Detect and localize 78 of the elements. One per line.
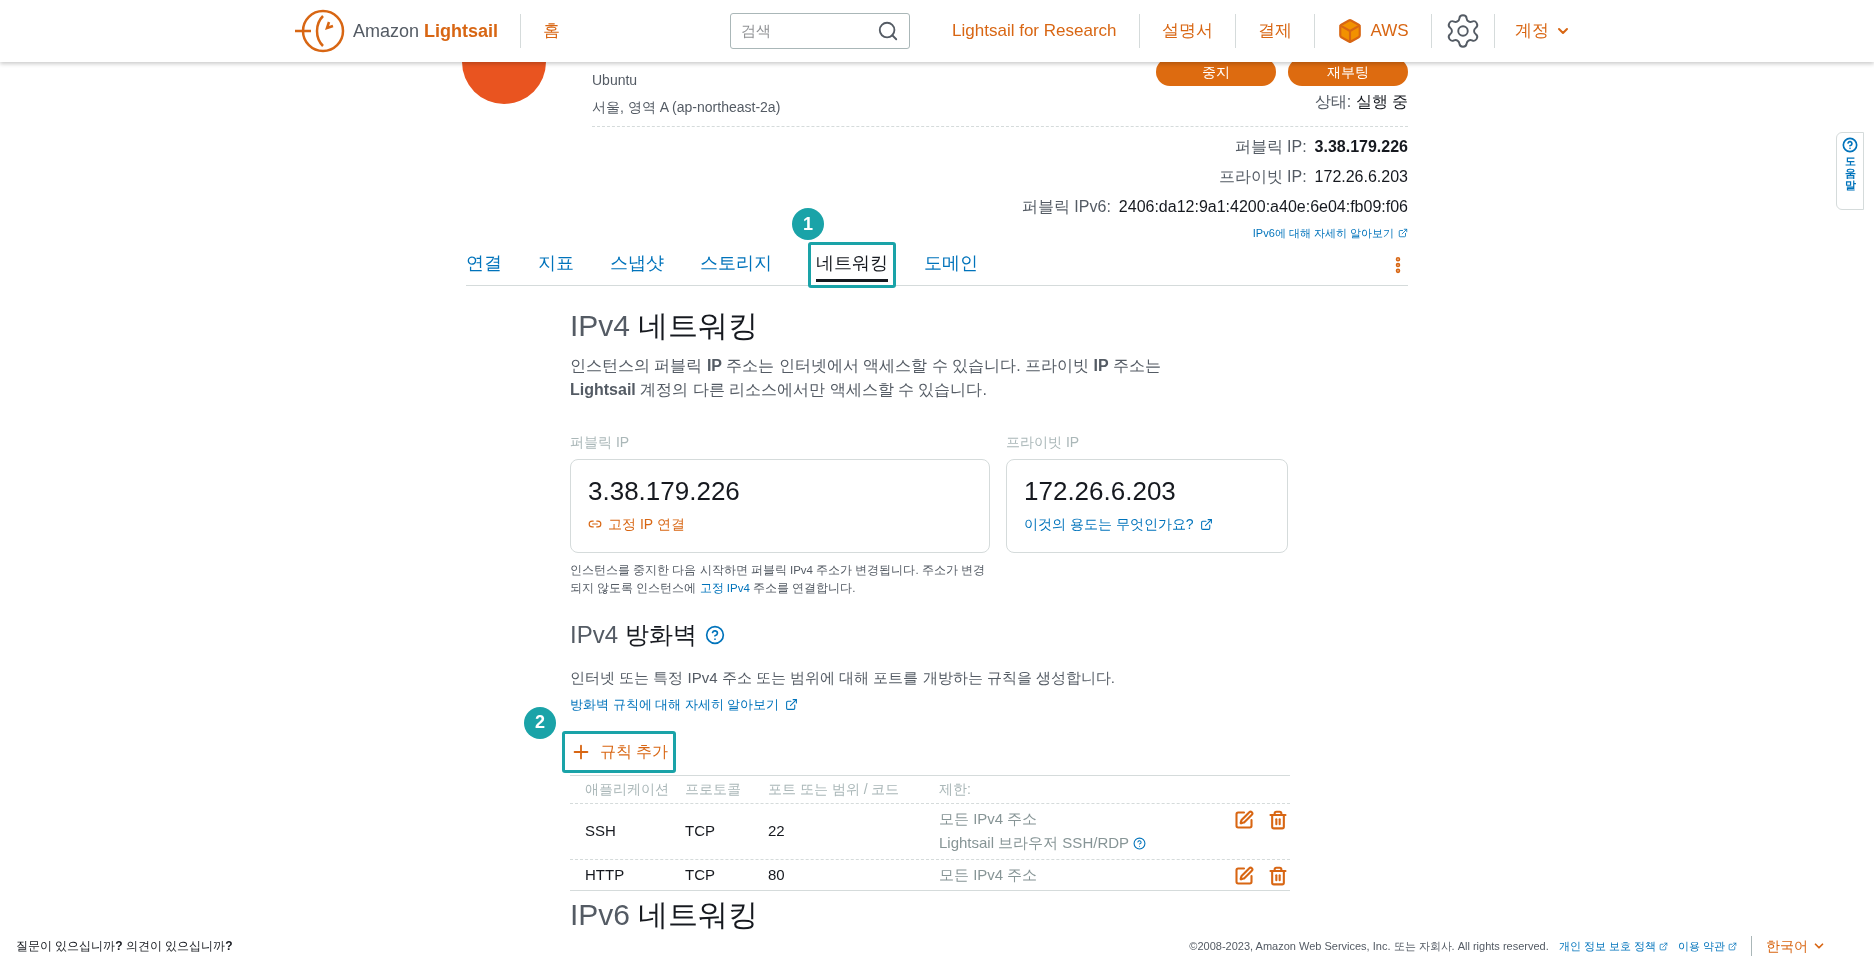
footer-link[interactable]: 이용 약관 xyxy=(1677,937,1737,955)
language-selector[interactable]: 한국어 xyxy=(1766,935,1826,957)
section-description: 인터넷 또는 특정 IPv4 주소 또는 범위에 대해 포트를 개방하는 규칙을 생성합니다. xyxy=(570,667,1117,688)
external-link-icon xyxy=(785,698,799,712)
firewall-info-link[interactable]: 방화벽 규칙에 대해 자세히 알아보기 xyxy=(570,695,799,715)
ip-value: 2406:da12:9a1:4200:a40e:6e04:fb09:f06 xyxy=(1118,197,1408,217)
external-link-icon xyxy=(1658,941,1668,951)
help-link[interactable]: 이것의 용도는 무엇인가요? xyxy=(1024,513,1270,535)
tab[interactable]: 연결 xyxy=(466,248,502,282)
static-ip-link[interactable]: 고정 IPv4 xyxy=(699,581,750,594)
instance-status: 상태: 실행 중 xyxy=(1314,92,1408,112)
tab[interactable]: 스토리지 xyxy=(700,248,772,282)
column-header: 제한: xyxy=(939,779,972,799)
search-icon xyxy=(877,20,900,42)
nav-link[interactable]: Lightsail for Research xyxy=(930,18,1139,44)
feedback-text[interactable]: 질문이 있으십니까? 의견이 있으십니까? xyxy=(16,937,233,955)
tab[interactable]: 지표 xyxy=(538,248,574,282)
table-cell-text: TCP xyxy=(685,820,716,841)
edit-icon[interactable] xyxy=(1234,809,1254,830)
ip-label: 퍼블릭 IP: xyxy=(1234,137,1307,157)
tab[interactable]: 스냅샷 xyxy=(610,248,664,282)
table-cell-text: 모든 IPv4 주소 xyxy=(939,808,1038,829)
footer-link[interactable]: 개인 정보 보호 정책 xyxy=(1558,937,1668,955)
nav-link[interactable]: 결제 xyxy=(1235,18,1314,44)
table-cell-text: Lightsail 브라우저 SSH/RDP xyxy=(939,833,1130,853)
link-icon xyxy=(588,517,602,531)
external-link-icon xyxy=(1199,517,1213,531)
column-header: 애플리케이션 xyxy=(584,779,670,799)
instance-location: 서울, 영역 A (ap-northeast-2a) xyxy=(592,98,781,117)
table-cell-text: HTTP xyxy=(584,864,626,885)
help-label: 도움말 xyxy=(1844,155,1856,192)
cube-icon xyxy=(1336,18,1363,44)
add-rule-button[interactable]: 규칙 추가 xyxy=(570,736,669,767)
account-menu[interactable]: 계정 xyxy=(1494,18,1591,44)
external-link-icon xyxy=(1728,941,1737,951)
section-title: IPv4 네트워킹 xyxy=(570,307,760,344)
column-header: 포트 또는 범위 / 코드 xyxy=(768,779,901,799)
table-cell-text: 모든 IPv4 주소 xyxy=(939,864,1038,885)
logo-icon[interactable] xyxy=(293,8,345,54)
step-marker: 2 xyxy=(524,706,556,739)
ip-note: 인스턴스를 중지한 다음 시작하면 퍼블릭 IPv4 주소가 변경됩니다. 주소가 변경되지 않도록 인스턴스에 고정 IPv4 주소를 연결합니다. xyxy=(570,562,986,596)
ip-value: 3.38.179.226 xyxy=(1314,137,1408,157)
tab[interactable]: 네트워킹 xyxy=(816,248,888,282)
external-link-icon xyxy=(1398,228,1408,239)
search-input[interactable]: 검색 xyxy=(741,19,878,43)
table-cell-text: 80 xyxy=(768,864,786,885)
ip-label: 프라이빗 IP: xyxy=(1218,167,1307,187)
table-cell-text: SSH xyxy=(584,820,617,841)
aws-link[interactable]: AWS xyxy=(1314,18,1431,44)
section-title: IPv4 방화벽 xyxy=(570,619,697,650)
section-title: IPv6 네트워킹 xyxy=(570,897,760,933)
search-field[interactable]: 검색 xyxy=(730,13,911,49)
ip-address: 3.38.179.226 xyxy=(588,475,741,506)
edit-icon[interactable] xyxy=(1234,865,1254,886)
help-icon[interactable] xyxy=(704,624,725,645)
step-marker: 1 xyxy=(792,208,824,240)
table-cell-text: TCP xyxy=(685,864,716,885)
section-description: 인스턴스의 퍼블릭 IP 주소는 인터넷에서 액세스할 수 있습니다. 프라이빗 IP 주소는 Lightsail 계정의 다른 리소스에서만 액세스할 수 있습니다. xyxy=(570,355,1163,400)
copyright-text: ©2008-2023, Amazon Web Services, Inc. 또는 자회사. All rights reserved. xyxy=(1189,938,1549,954)
ipv6-info-link[interactable]: IPv6에 대해 자세히 알아보기 xyxy=(1252,225,1408,242)
field-label: 퍼블릭 IP xyxy=(570,432,631,452)
help-icon[interactable] xyxy=(1133,836,1147,850)
column-header: 프로토콜 xyxy=(685,779,742,799)
brand-name[interactable]: Amazon Lightsail xyxy=(353,17,499,45)
field-label: 프라이빗 IP xyxy=(1006,432,1081,452)
tab[interactable]: 도메인 xyxy=(924,248,978,282)
home-link[interactable]: 홈 xyxy=(543,18,561,44)
nav-link[interactable]: 설명서 xyxy=(1139,18,1235,44)
help-icon xyxy=(1842,137,1858,153)
ip-value: 172.26.6.203 xyxy=(1314,167,1408,187)
delete-icon[interactable] xyxy=(1268,865,1288,886)
help-panel-tab[interactable]: 도움말 xyxy=(1836,132,1864,210)
ip-label: 퍼블릭 IPv6: xyxy=(1021,197,1111,217)
os-name: Ubuntu xyxy=(592,71,639,90)
ip-address: 172.26.6.203 xyxy=(1024,475,1177,506)
attach-static-ip-link[interactable]: 고정 IP 연결 xyxy=(588,513,972,535)
delete-icon[interactable] xyxy=(1268,809,1288,830)
table-cell-text: 22 xyxy=(768,820,786,841)
